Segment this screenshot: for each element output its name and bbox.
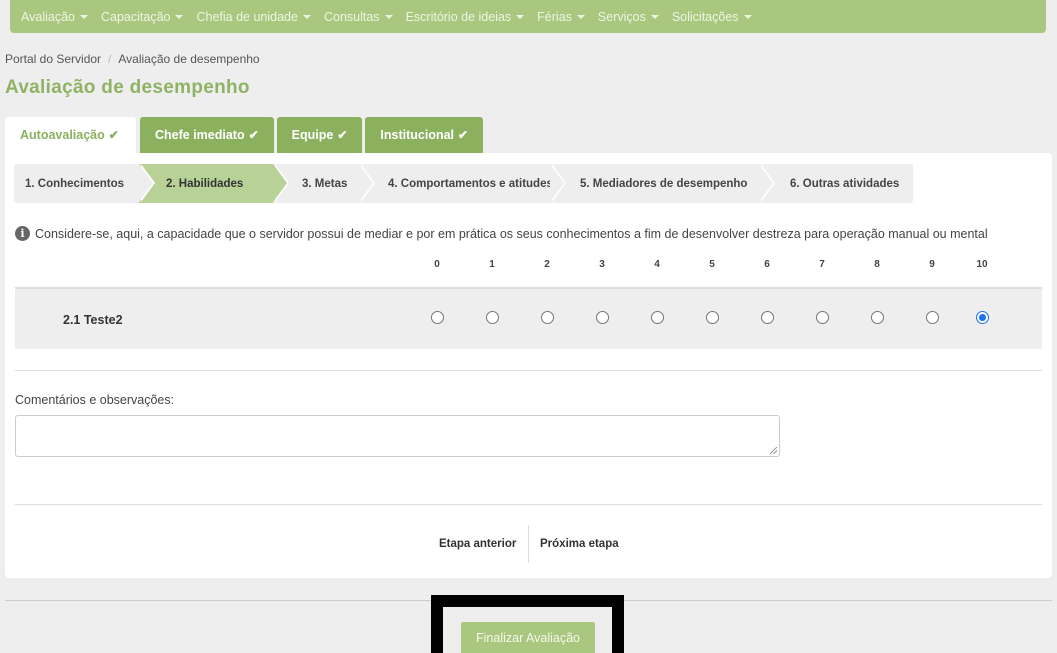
- resize-grip-icon[interactable]: [770, 447, 777, 454]
- rating-radio-0[interactable]: [430, 311, 444, 324]
- nav-item-label: Avaliação: [21, 9, 75, 24]
- evaluation-panel: 1. Conhecimentos 2. Habilidades 3. Metas…: [5, 153, 1052, 578]
- next-step-button[interactable]: Próxima etapa: [540, 538, 619, 550]
- page-title: Avaliação de desempenho: [5, 77, 250, 98]
- rating-radio-6[interactable]: [760, 311, 774, 324]
- caret-down-icon: [384, 15, 393, 19]
- rating-radio-9[interactable]: [925, 311, 939, 324]
- tab-label: Institucional: [380, 128, 455, 142]
- tab-institucional[interactable]: Institucional ✔: [365, 117, 484, 153]
- comments-textarea[interactable]: [15, 415, 780, 457]
- tab-label: Equipe: [291, 128, 334, 142]
- step-outras-atividades[interactable]: 6. Outras atividades: [759, 164, 913, 203]
- nav-item-avaliacao[interactable]: Avaliação: [21, 10, 88, 24]
- scale-number: 6: [764, 259, 770, 270]
- step-label: 5. Mediadores de desempenho: [580, 177, 748, 190]
- rating-radio-10[interactable]: [975, 311, 989, 324]
- breadcrumb-current: Avaliação de desempenho: [118, 52, 260, 66]
- question-row: 2.1 Teste2: [15, 287, 1042, 349]
- scale-number: 1: [489, 259, 495, 270]
- rating-radio-1[interactable]: [485, 311, 499, 324]
- caret-down-icon: [743, 15, 752, 19]
- rating-radio-5[interactable]: [705, 311, 719, 324]
- caret-down-icon: [516, 15, 525, 19]
- scale-number: 9: [929, 259, 935, 270]
- check-icon: ✔: [248, 128, 259, 142]
- step-habilidades[interactable]: 2. Habilidades: [139, 164, 289, 203]
- caret-down-icon: [175, 15, 184, 19]
- caret-down-icon: [302, 15, 311, 19]
- nav-item-label: Solicitações: [671, 9, 739, 24]
- nav-item-chefia-de-unidade[interactable]: Chefia de unidade: [196, 9, 311, 24]
- breadcrumb: Portal do Servidor / Avaliação de desempen…: [5, 52, 260, 66]
- pager-divider: [528, 525, 529, 563]
- divider: [15, 370, 1042, 371]
- nav-item-solicitacoes[interactable]: Solicitações: [672, 10, 752, 24]
- step-label: 6. Outras atividades: [790, 177, 900, 190]
- step-label: 1. Conhecimentos: [25, 177, 125, 190]
- scale-number: 4: [654, 259, 660, 270]
- caret-down-icon: [79, 15, 88, 19]
- step-conhecimentos[interactable]: 1. Conhecimentos: [14, 164, 155, 203]
- info-icon: i: [15, 226, 30, 241]
- rating-radio-8[interactable]: [870, 311, 884, 324]
- tab-label: Chefe imediato: [155, 128, 245, 142]
- rating-radio-4[interactable]: [650, 311, 664, 324]
- tab-equipe[interactable]: Equipe ✔: [276, 117, 363, 153]
- caret-down-icon: [576, 15, 585, 19]
- step-wizard: 1. Conhecimentos 2. Habilidades 3. Metas…: [14, 164, 913, 203]
- scale-number: 10: [976, 259, 988, 270]
- finalize-evaluation-button[interactable]: Finalizar Avaliação: [461, 622, 595, 653]
- rating-radio-7[interactable]: [815, 311, 829, 324]
- scale-number: 2: [544, 259, 550, 270]
- caret-down-icon: [650, 15, 659, 19]
- scale-number: 7: [819, 259, 825, 270]
- nav-item-label: Capacitação: [100, 9, 171, 24]
- divider: [15, 504, 1042, 505]
- step-label: 4. Comportamentos e atitudes: [388, 177, 553, 190]
- nav-item-label: Férias: [537, 9, 572, 24]
- nav-item-escritorio-de-ideias[interactable]: Escritório de ideias: [406, 10, 525, 24]
- nav-item-label: Serviços: [597, 9, 646, 24]
- previous-step-button[interactable]: Etapa anterior: [439, 538, 516, 550]
- scale-number: 5: [709, 259, 715, 270]
- evaluation-tabs: Autoavaliação ✔ Chefe imediato ✔ Equipe ✔ I…: [5, 117, 486, 153]
- scale-number: 0: [434, 259, 440, 270]
- question-label: 2.1 Teste2: [63, 313, 123, 327]
- nav-item-label: Consultas: [323, 9, 380, 24]
- rating-radio-3[interactable]: [595, 311, 609, 324]
- rating-scale-header: 0 1 2 3 4 5 6 7 8 9 10: [5, 259, 1052, 273]
- step-comportamentos-e-atitudes[interactable]: 4. Comportamentos e atitudes: [359, 164, 566, 203]
- tab-autoavaliacao[interactable]: Autoavaliação ✔: [5, 117, 136, 153]
- tab-chefe-imediato[interactable]: Chefe imediato ✔: [140, 117, 274, 153]
- nav-item-label: Escritório de ideias: [405, 9, 512, 24]
- check-icon: ✔: [108, 128, 119, 142]
- step-label: 2. Habilidades: [166, 177, 244, 190]
- tab-label: Autoavaliação: [20, 128, 105, 142]
- rating-radio-2[interactable]: [540, 311, 554, 324]
- nav-item-consultas[interactable]: Consultas: [324, 10, 393, 24]
- scale-number: 3: [599, 259, 605, 270]
- comments-label: Comentários e observações:: [15, 393, 175, 407]
- nav-item-label: Chefia de unidade: [196, 9, 298, 24]
- info-text: Considere-se, aqui, a capacidade que o s…: [35, 226, 988, 241]
- top-navbar: Avaliação Capacitação Chefia de unidade …: [10, 0, 1046, 33]
- scale-number: 8: [874, 259, 880, 270]
- step-label: 3. Metas: [302, 177, 348, 190]
- step-mediadores-de-desempenho[interactable]: 5. Mediadores de desempenho: [550, 164, 775, 203]
- nav-item-ferias[interactable]: Férias: [537, 10, 585, 24]
- check-icon: ✔: [337, 128, 348, 142]
- breadcrumb-separator: /: [108, 52, 112, 66]
- nav-item-servicos[interactable]: Serviços: [598, 10, 659, 24]
- nav-item-capacitacao[interactable]: Capacitação: [101, 10, 184, 24]
- info-message: i Considere-se, aqui, a capacidade que o…: [15, 226, 988, 241]
- check-icon: ✔: [458, 128, 469, 142]
- breadcrumb-link-portal[interactable]: Portal do Servidor: [5, 52, 101, 66]
- step-pager: Etapa anterior Próxima etapa: [5, 525, 1052, 563]
